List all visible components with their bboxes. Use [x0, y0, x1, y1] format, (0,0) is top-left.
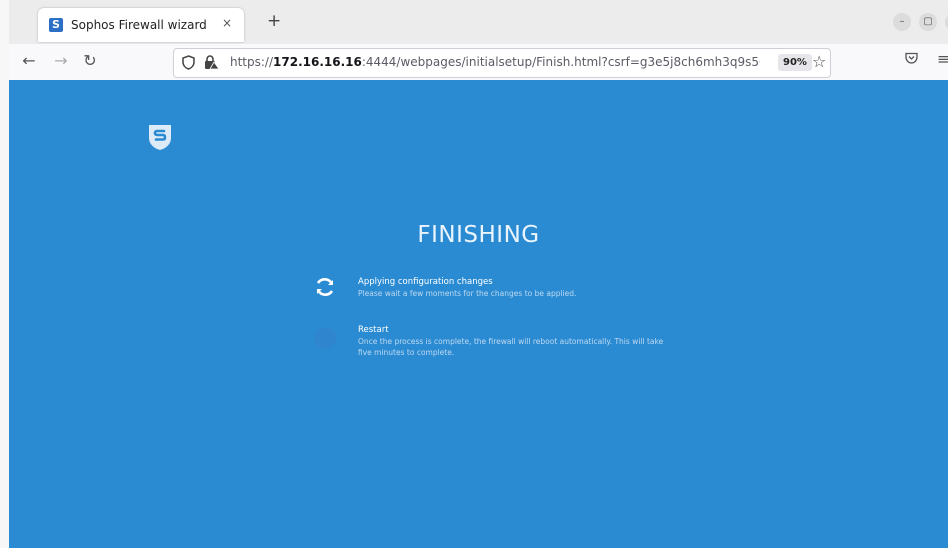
address-bar[interactable]: https://172.16.16.16:4444/webpages/initi… — [173, 48, 831, 78]
tab-bar: S Sophos Firewall wizard × + – ▢ — [9, 0, 948, 44]
refresh-spinner-icon — [314, 276, 336, 302]
step-label: Restart — [358, 325, 389, 335]
zoom-level[interactable]: 90% — [778, 54, 812, 71]
sophos-logo-icon — [147, 123, 173, 155]
forward-icon[interactable]: → — [51, 51, 71, 70]
close-tab-icon[interactable]: × — [222, 16, 232, 30]
insecure-lock-icon[interactable] — [204, 55, 220, 74]
step-description: Once the process is complete, the firewa… — [358, 337, 664, 357]
minimize-icon[interactable]: – — [893, 13, 911, 31]
step-restart: Restart Once the process is complete, th… — [358, 325, 678, 358]
wizard-page: FINISHING Applying configuration changes… — [9, 80, 948, 548]
restart-pending-icon — [314, 327, 336, 349]
page-title: FINISHING — [417, 222, 540, 248]
url-text: https://172.16.16.16:4444/webpages/initi… — [230, 55, 760, 69]
navigation-toolbar: ← → ↻ https://172.16.16.16:4444/webpages… — [9, 44, 948, 81]
tracking-protection-icon[interactable] — [182, 55, 195, 74]
step-description: Please wait a few moments for the change… — [358, 289, 577, 298]
maximize-icon[interactable]: ▢ — [919, 13, 937, 31]
back-icon[interactable]: ← — [19, 51, 39, 70]
pocket-icon[interactable] — [905, 52, 918, 68]
new-tab-button[interactable]: + — [267, 11, 281, 31]
bookmark-star-icon[interactable]: ☆ — [812, 52, 826, 71]
step-applying: Applying configuration changes Please wa… — [358, 277, 718, 299]
tab-title: Sophos Firewall wizard — [71, 18, 207, 32]
sophos-favicon-icon: S — [49, 18, 63, 32]
step-label: Applying configuration changes — [358, 277, 493, 287]
browser-tab[interactable]: S Sophos Firewall wizard × — [38, 8, 244, 42]
reload-icon[interactable]: ↻ — [80, 51, 100, 70]
menu-icon[interactable]: ≡ — [937, 50, 948, 68]
